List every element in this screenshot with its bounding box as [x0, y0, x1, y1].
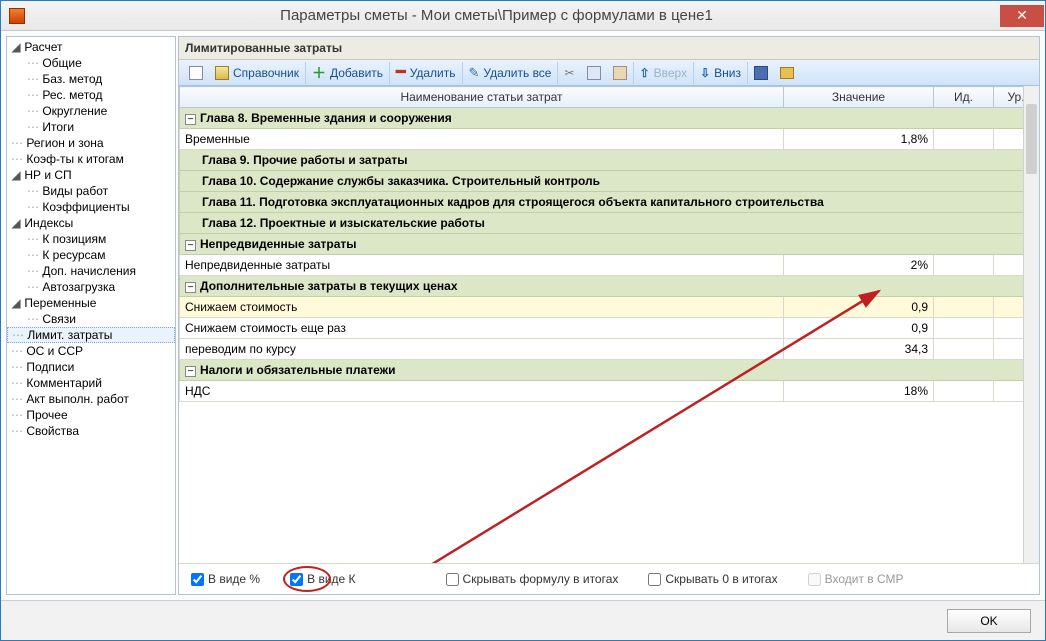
tree-item[interactable]: ◢ Индексы — [7, 215, 175, 231]
vertical-scrollbar[interactable] — [1023, 86, 1039, 563]
new-button[interactable] — [183, 62, 209, 84]
tree-item[interactable]: ◢ Переменные — [7, 295, 175, 311]
col-value[interactable]: Значение — [784, 87, 934, 108]
reference-button[interactable]: Справочник — [209, 62, 306, 84]
tree-item[interactable]: ⋯ Прочее — [7, 407, 175, 423]
hide-formula-checkbox[interactable]: Скрывать формулу в итогах — [446, 572, 619, 586]
paste-button[interactable] — [607, 62, 634, 84]
table-row[interactable]: −Непредвиденные затраты — [180, 234, 1039, 255]
table-row[interactable]: Временные1,8% — [180, 129, 1039, 150]
ok-button[interactable]: OK — [947, 609, 1031, 633]
hide-zero-checkbox[interactable]: Скрывать 0 в итогах — [648, 572, 777, 586]
tree-item[interactable]: ⋯ Регион и зона — [7, 135, 175, 151]
tree-item[interactable]: ⋯ Баз. метод — [7, 71, 175, 87]
tree-item[interactable]: ⋯ Коэффициенты — [7, 199, 175, 215]
as-coef-checkbox[interactable]: В виде К — [290, 572, 355, 586]
titlebar: Параметры сметы - Мои сметы\Пример с фор… — [1, 1, 1045, 31]
tree-item[interactable]: ◢ Расчет — [7, 39, 175, 55]
tree-item[interactable]: ⋯ Рес. метод — [7, 87, 175, 103]
hide-zero-label: Скрывать 0 в итогах — [665, 572, 777, 586]
table-row[interactable]: Снижаем стоимость0,91 — [180, 297, 1039, 318]
tree-item[interactable]: ⋯ ОС и ССР — [7, 343, 175, 359]
copy-button[interactable] — [581, 62, 607, 84]
cut-button[interactable]: ✂ — [558, 62, 580, 84]
tree-item[interactable]: ⋯ К ресурсам — [7, 247, 175, 263]
nav-tree[interactable]: ◢ Расчет⋯ Общие⋯ Баз. метод⋯ Рес. метод⋯… — [6, 36, 176, 595]
button-bar: OK — [1, 600, 1045, 640]
tree-item[interactable]: ⋯ Подписи — [7, 359, 175, 375]
as-coef-label: В виде К — [307, 572, 355, 586]
add-label: Добавить — [330, 66, 383, 80]
table-row[interactable]: Глава 10. Содержание службы заказчика. С… — [180, 171, 1039, 192]
as-percent-label: В виде % — [208, 572, 260, 586]
table-row[interactable]: НДС18%1 — [180, 381, 1039, 402]
tree-item[interactable]: ⋯ Комментарий — [7, 375, 175, 391]
reference-label: Справочник — [233, 66, 299, 80]
tree-item[interactable]: ◢ НР и СП — [7, 167, 175, 183]
down-label: Вниз — [714, 66, 741, 80]
main-panel: Лимитированные затраты Справочник ＋Добав… — [178, 36, 1040, 595]
app-icon — [9, 8, 25, 24]
tree-item[interactable]: ⋯ Связи — [7, 311, 175, 327]
delete-button[interactable]: ━Удалить — [390, 62, 462, 84]
footer-options: В виде % В виде К Скрывать формулу в ито… — [179, 563, 1039, 594]
table-row[interactable]: Глава 11. Подготовка эксплуатационных ка… — [180, 192, 1039, 213]
tree-item[interactable]: ⋯ Коэф-ты к итогам — [7, 151, 175, 167]
up-label: Вверх — [654, 66, 687, 80]
table-row[interactable]: переводим по курсу34,33 — [180, 339, 1039, 360]
up-button[interactable]: ⇧Вверх — [634, 62, 695, 84]
add-button[interactable]: ＋Добавить — [306, 62, 390, 84]
tree-item[interactable]: ⋯ Итоги — [7, 119, 175, 135]
col-id[interactable]: Ид. — [934, 87, 994, 108]
tree-item[interactable]: ⋯ Округление — [7, 103, 175, 119]
tree-item[interactable]: ⋯ Лимит. затраты — [7, 327, 175, 343]
col-name[interactable]: Наименование статьи затрат — [180, 87, 784, 108]
tree-item[interactable]: ⋯ Автозагрузка — [7, 279, 175, 295]
hide-formula-label: Скрывать формулу в итогах — [463, 572, 619, 586]
window-title: Параметры сметы - Мои сметы\Пример с фор… — [33, 7, 1000, 24]
delete-all-label: Удалить все — [483, 66, 551, 80]
toolbar: Справочник ＋Добавить ━Удалить ✎Удалить в… — [179, 60, 1039, 86]
table-row[interactable]: Глава 12. Проектные и изыскательские раб… — [180, 213, 1039, 234]
tree-item[interactable]: ⋯ Свойства — [7, 423, 175, 439]
in-smr-label: Входит в СМР — [825, 572, 904, 586]
open-button[interactable] — [774, 62, 800, 84]
tree-item[interactable]: ⋯ Виды работ — [7, 183, 175, 199]
as-percent-checkbox[interactable]: В виде % — [191, 572, 260, 586]
table-row[interactable]: −Налоги и обязательные платежи — [180, 360, 1039, 381]
in-smr-checkbox: Входит в СМР — [808, 572, 904, 586]
grid-area: Наименование статьи затрат Значение Ид. … — [179, 86, 1039, 563]
delete-all-button[interactable]: ✎Удалить все — [463, 62, 559, 84]
panel-title: Лимитированные затраты — [179, 37, 1039, 60]
table-row[interactable]: −Глава 8. Временные здания и сооружения — [180, 108, 1039, 129]
table-row[interactable]: −Дополнительные затраты в текущих ценах — [180, 276, 1039, 297]
tree-item[interactable]: ⋯ Доп. начисления — [7, 263, 175, 279]
table-row[interactable]: Снижаем стоимость еще раз0,92 — [180, 318, 1039, 339]
costs-table[interactable]: Наименование статьи затрат Значение Ид. … — [179, 86, 1039, 402]
down-button[interactable]: ⇩Вниз — [694, 62, 748, 84]
table-row[interactable]: Глава 9. Прочие работы и затраты — [180, 150, 1039, 171]
tree-item[interactable]: ⋯ Акт выполн. работ — [7, 391, 175, 407]
tree-item[interactable]: ⋯ Общие — [7, 55, 175, 71]
table-row[interactable]: Непредвиденные затраты2% — [180, 255, 1039, 276]
delete-label: Удалить — [410, 66, 456, 80]
save-button[interactable] — [748, 62, 774, 84]
tree-item[interactable]: ⋯ К позициям — [7, 231, 175, 247]
close-button[interactable]: ✕ — [1000, 5, 1044, 27]
